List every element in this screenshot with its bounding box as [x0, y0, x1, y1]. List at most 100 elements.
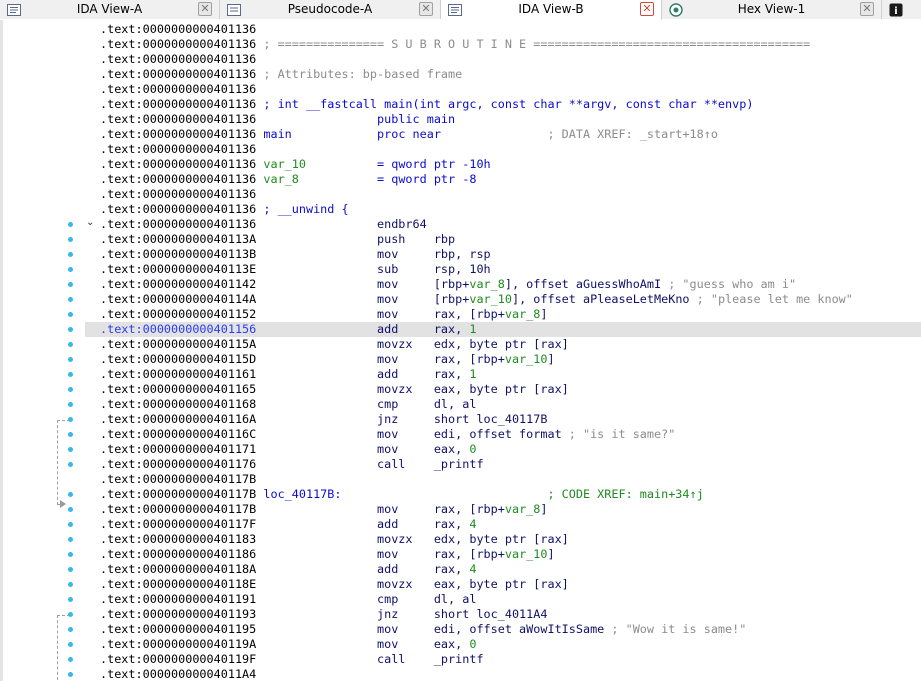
listing-line[interactable]: .text:0000000000401136 var_10 = qword pt…: [100, 157, 491, 172]
listing-line[interactable]: .text:000000000040113B mov rbp, rsp: [100, 247, 491, 262]
line-address[interactable]: .text:0000000000401136: [100, 142, 256, 156]
close-icon[interactable]: ✕: [640, 2, 654, 16]
line-address[interactable]: .text:0000000000401136: [100, 202, 256, 216]
line-token[interactable]: ; CODE XREF: main+34↑j: [547, 487, 703, 501]
line-address[interactable]: .text:000000000040115A: [100, 337, 256, 351]
listing-line[interactable]: .text:0000000000401165 movzx eax, byte p…: [100, 382, 569, 397]
line-token[interactable]: call _printf: [256, 652, 484, 666]
line-token[interactable]: 0: [469, 637, 476, 651]
line-token[interactable]: ; Attributes: bp-based frame: [256, 67, 462, 81]
line-token[interactable]: mov rax, [rbp+: [256, 352, 505, 366]
listing-line[interactable]: .text:0000000000401156 add rax, 1: [100, 322, 476, 337]
listing-line[interactable]: .text:0000000000401168 cmp dl, al: [100, 397, 476, 412]
line-address[interactable]: .text:000000000040113B: [100, 247, 256, 261]
line-token[interactable]: movzx eax, byte ptr [rax]: [256, 577, 569, 591]
line-token[interactable]: mov rax, [rbp+: [256, 307, 505, 321]
line-token[interactable]: add rax,: [256, 367, 469, 381]
listing-line[interactable]: .text:000000000040113A push rbp: [100, 232, 455, 247]
line-address[interactable]: .text:0000000000401156: [100, 322, 256, 336]
line-token[interactable]: mov rax, [rbp+: [256, 547, 505, 561]
listing-line[interactable]: .text:0000000000401176 call _printf: [100, 457, 484, 472]
line-address[interactable]: .text:000000000040116A: [100, 412, 256, 426]
line-token[interactable]: 0: [469, 442, 476, 456]
line-token[interactable]: var_8: [505, 502, 541, 516]
line-address[interactable]: .text:0000000000401195: [100, 622, 256, 636]
line-address[interactable]: .text:000000000040113A: [100, 232, 256, 246]
listing-line[interactable]: .text:0000000000401186 mov rax, [rbp+var…: [100, 547, 555, 562]
listing-line[interactable]: .text:0000000000401183 movzx edx, byte p…: [100, 532, 569, 547]
line-address[interactable]: .text:000000000040117B: [100, 502, 256, 516]
disassembly-view[interactable]: ⌄ .text:0000000000401136 .text:0000000000…: [0, 20, 921, 681]
line-token[interactable]: ; DATA XREF: _start+18↑o: [547, 127, 717, 141]
line-address[interactable]: .text:0000000000401136: [100, 82, 256, 96]
listing-line[interactable]: .text:0000000000401142 mov [rbp+var_8], …: [100, 277, 796, 292]
line-token[interactable]: = qword ptr -10h: [306, 157, 491, 171]
tab-ida-view-a[interactable]: IDA View-A ✕: [0, 0, 220, 19]
line-token[interactable]: 4: [469, 517, 476, 531]
line-token[interactable]: mov [rbp+: [256, 277, 469, 291]
line-token[interactable]: mov edi, offset format: [256, 427, 562, 441]
line-token[interactable]: ]: [540, 307, 547, 321]
listing-line[interactable]: .text:0000000000401136: [100, 187, 256, 202]
line-token[interactable]: ; "Wow it is same!": [604, 622, 746, 636]
line-address[interactable]: .text:0000000000401136: [100, 217, 256, 231]
tab-ida-view-b[interactable]: IDA View-B ✕: [441, 0, 662, 20]
line-token[interactable]: mov [rbp+: [256, 292, 469, 306]
listing-line[interactable]: .text:000000000040118A add rax, 4: [100, 562, 476, 577]
listing-line[interactable]: .text:0000000000401152 mov rax, [rbp+var…: [100, 307, 547, 322]
line-token[interactable]: var_10: [505, 352, 548, 366]
line-address[interactable]: .text:0000000000401152: [100, 307, 256, 321]
listing-line[interactable]: .text:0000000000401136 main proc near ; …: [100, 127, 718, 142]
line-token[interactable]: call _printf: [256, 457, 484, 471]
listing-line[interactable]: .text:0000000000401136 public main: [100, 112, 455, 127]
line-address[interactable]: .text:0000000000401136: [100, 22, 256, 36]
line-token[interactable]: main: [256, 127, 291, 141]
line-token[interactable]: mov eax,: [256, 442, 469, 456]
listing-line[interactable]: .text:0000000000401136: [100, 82, 256, 97]
line-token[interactable]: proc near: [292, 127, 548, 141]
line-address[interactable]: .text:000000000040114A: [100, 292, 256, 306]
line-token[interactable]: public main: [256, 112, 455, 126]
line-address[interactable]: .text:0000000000401142: [100, 277, 256, 291]
line-address[interactable]: .text:000000000040115D: [100, 352, 256, 366]
line-token[interactable]: add rax,: [256, 562, 469, 576]
line-address[interactable]: .text:000000000040113E: [100, 262, 256, 276]
line-token[interactable]: [342, 487, 548, 501]
listing-line[interactable]: .text:000000000040117F add rax, 4: [100, 517, 476, 532]
line-token[interactable]: var_8: [256, 172, 299, 186]
line-address[interactable]: .text:0000000000401136: [100, 127, 256, 141]
line-token[interactable]: movzx edx, byte ptr [rax]: [256, 337, 569, 351]
line-address[interactable]: .text:0000000000401165: [100, 382, 256, 396]
line-token[interactable]: var_8: [505, 307, 541, 321]
line-address[interactable]: .text:000000000040116C: [100, 427, 256, 441]
line-address[interactable]: .text:0000000000401191: [100, 592, 256, 606]
line-address[interactable]: .text:000000000040118A: [100, 562, 256, 576]
line-address[interactable]: .text:000000000040119A: [100, 637, 256, 651]
line-token[interactable]: ], offset aGuessWhoAmI: [505, 277, 661, 291]
line-address[interactable]: .text:000000000040118E: [100, 577, 256, 591]
line-token[interactable]: ], offset aPleaseLetMeKno: [512, 292, 690, 306]
line-token[interactable]: jnz short loc_40117B: [256, 412, 547, 426]
listing-line[interactable]: .text:0000000000401161 add rax, 1: [100, 367, 476, 382]
line-address[interactable]: .text:0000000000401183: [100, 532, 256, 546]
line-token[interactable]: add rax,: [256, 322, 469, 336]
listing-line[interactable]: .text:0000000000401136 ; int __fastcall …: [100, 97, 753, 112]
listing-line[interactable]: .text:0000000000401136 ; __unwind {: [100, 202, 349, 217]
line-address[interactable]: .text:0000000000401136: [100, 37, 256, 51]
tab-pseudocode-a[interactable]: Pseudocode-A ✕: [220, 0, 441, 19]
listing-line[interactable]: .text:0000000000401193 jnz short loc_401…: [100, 607, 547, 622]
listing-line[interactable]: .text:0000000000401191 cmp dl, al: [100, 592, 476, 607]
chevron-down-icon[interactable]: ⌄: [86, 217, 94, 228]
listing-line[interactable]: .text:000000000040119A mov eax, 0: [100, 637, 476, 652]
line-address[interactable]: .text:0000000000401136: [100, 187, 256, 201]
line-token[interactable]: movzx edx, byte ptr [rax]: [256, 532, 569, 546]
line-address[interactable]: .text:000000000040119F: [100, 652, 256, 666]
listing-line[interactable]: .text:000000000040117B mov rax, [rbp+var…: [100, 502, 547, 517]
line-token[interactable]: mov eax,: [256, 637, 469, 651]
line-token[interactable]: var_10: [505, 547, 548, 561]
line-token[interactable]: ; "guess who am i": [661, 277, 796, 291]
listing-line[interactable]: .text:000000000040117B loc_40117B: ; COD…: [100, 487, 704, 502]
line-address[interactable]: .text:0000000000401136: [100, 52, 256, 66]
listing-line[interactable]: .text:00000000004011A4: [100, 667, 256, 681]
listing-line[interactable]: .text:000000000040119F call _printf: [100, 652, 484, 667]
